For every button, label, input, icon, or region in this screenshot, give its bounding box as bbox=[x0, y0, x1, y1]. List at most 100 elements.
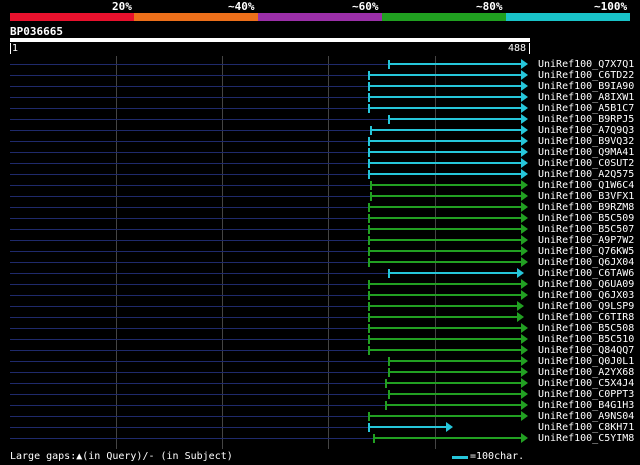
hit-label[interactable]: UniRef100_C6TD22 bbox=[538, 70, 634, 81]
hit-bar[interactable] bbox=[368, 85, 522, 87]
hit-bar[interactable] bbox=[388, 272, 518, 274]
hit-row[interactable]: UniRef100_Q6JX03 bbox=[0, 290, 640, 301]
hit-label[interactable]: UniRef100_B9VQ32 bbox=[538, 136, 634, 147]
hit-label[interactable]: UniRef100_C5X4J4 bbox=[538, 378, 634, 389]
hit-row[interactable]: UniRef100_A5B1C7 bbox=[0, 103, 640, 114]
hit-label[interactable]: UniRef100_Q0J0L1 bbox=[538, 356, 634, 367]
hit-row[interactable]: UniRef100_B9IA90 bbox=[0, 81, 640, 92]
hit-label[interactable]: UniRef100_B5C510 bbox=[538, 334, 634, 345]
hit-label[interactable]: UniRef100_Q6JX04 bbox=[538, 257, 634, 268]
hit-row[interactable]: UniRef100_Q1W6C4 bbox=[0, 180, 640, 191]
hit-row[interactable]: UniRef100_A9NS04 bbox=[0, 411, 640, 422]
hit-row[interactable]: UniRef100_Q76KW5 bbox=[0, 246, 640, 257]
hit-row[interactable]: UniRef100_A8IXW1 bbox=[0, 92, 640, 103]
hit-label[interactable]: UniRef100_B3VFX1 bbox=[538, 191, 634, 202]
hit-bar[interactable] bbox=[368, 96, 522, 98]
hit-row[interactable]: UniRef100_A9P7W2 bbox=[0, 235, 640, 246]
hit-label[interactable]: UniRef100_B5C509 bbox=[538, 213, 634, 224]
hit-label[interactable]: UniRef100_B9RZM8 bbox=[538, 202, 634, 213]
hit-bar[interactable] bbox=[368, 294, 522, 296]
hit-row[interactable]: UniRef100_Q7X7Q1 bbox=[0, 59, 640, 70]
hit-row[interactable]: UniRef100_B9VQ32 bbox=[0, 136, 640, 147]
hit-row[interactable]: UniRef100_Q9MA41 bbox=[0, 147, 640, 158]
hit-label[interactable]: UniRef100_C6TIR8 bbox=[538, 312, 634, 323]
hit-label[interactable]: UniRef100_A9P7W2 bbox=[538, 235, 634, 246]
hit-row[interactable]: UniRef100_C5X4J4 bbox=[0, 378, 640, 389]
hit-bar[interactable] bbox=[368, 228, 522, 230]
hit-bar[interactable] bbox=[368, 74, 522, 76]
hit-row[interactable]: UniRef100_Q84QQ7 bbox=[0, 345, 640, 356]
hit-row[interactable]: UniRef100_B5C507 bbox=[0, 224, 640, 235]
hit-row[interactable]: UniRef100_C6TD22 bbox=[0, 70, 640, 81]
hit-label[interactable]: UniRef100_A9NS04 bbox=[538, 411, 634, 422]
hit-label[interactable]: UniRef100_Q9MA41 bbox=[538, 147, 634, 158]
hit-bar[interactable] bbox=[385, 382, 522, 384]
hit-label[interactable]: UniRef100_A7Q9Q3 bbox=[538, 125, 634, 136]
hit-row[interactable]: UniRef100_A2Q575 bbox=[0, 169, 640, 180]
hit-bar[interactable] bbox=[368, 239, 522, 241]
hit-bar[interactable] bbox=[368, 151, 522, 153]
hit-label[interactable]: UniRef100_C6TAW6 bbox=[538, 268, 634, 279]
hit-row[interactable]: UniRef100_A2YX68 bbox=[0, 367, 640, 378]
hit-bar[interactable] bbox=[368, 250, 522, 252]
hit-label[interactable]: UniRef100_Q1W6C4 bbox=[538, 180, 634, 191]
hit-row[interactable]: UniRef100_B9RPJ5 bbox=[0, 114, 640, 125]
hit-row[interactable]: UniRef100_C5YIM8 bbox=[0, 433, 640, 444]
hit-label[interactable]: UniRef100_B5C507 bbox=[538, 224, 634, 235]
hit-row[interactable]: UniRef100_C0SUT2 bbox=[0, 158, 640, 169]
hit-row[interactable]: UniRef100_B9RZM8 bbox=[0, 202, 640, 213]
hit-row[interactable]: UniRef100_C8KH71 bbox=[0, 422, 640, 433]
hit-bar[interactable] bbox=[368, 173, 522, 175]
hit-label[interactable]: UniRef100_C0PPT3 bbox=[538, 389, 634, 400]
hit-bar[interactable] bbox=[368, 162, 522, 164]
hit-bar[interactable] bbox=[388, 360, 522, 362]
hit-bar[interactable] bbox=[368, 305, 518, 307]
hit-row[interactable]: UniRef100_B3VFX1 bbox=[0, 191, 640, 202]
hit-bar[interactable] bbox=[388, 118, 522, 120]
hit-bar[interactable] bbox=[388, 393, 522, 395]
hit-bar[interactable] bbox=[368, 349, 522, 351]
hit-row[interactable]: UniRef100_Q6JX04 bbox=[0, 257, 640, 268]
hit-bar[interactable] bbox=[368, 426, 447, 428]
hit-label[interactable]: UniRef100_A8IXW1 bbox=[538, 92, 634, 103]
hit-label[interactable]: UniRef100_Q76KW5 bbox=[538, 246, 634, 257]
hit-label[interactable]: UniRef100_C5YIM8 bbox=[538, 433, 634, 444]
hit-bar[interactable] bbox=[388, 371, 522, 373]
hit-label[interactable]: UniRef100_C0SUT2 bbox=[538, 158, 634, 169]
hit-label[interactable]: UniRef100_A2YX68 bbox=[538, 367, 634, 378]
hit-bar[interactable] bbox=[368, 217, 522, 219]
hit-row[interactable]: UniRef100_Q0J0L1 bbox=[0, 356, 640, 367]
hit-bar[interactable] bbox=[368, 140, 522, 142]
hit-row[interactable]: UniRef100_C6TIR8 bbox=[0, 312, 640, 323]
hit-label[interactable]: UniRef100_B4G1H3 bbox=[538, 400, 634, 411]
hit-bar[interactable] bbox=[388, 63, 522, 65]
hit-bar[interactable] bbox=[368, 338, 522, 340]
hit-label[interactable]: UniRef100_B5C508 bbox=[538, 323, 634, 334]
hit-bar[interactable] bbox=[368, 327, 522, 329]
hit-bar[interactable] bbox=[368, 206, 522, 208]
hit-bar[interactable] bbox=[368, 316, 518, 318]
hit-bar[interactable] bbox=[368, 283, 522, 285]
hit-label[interactable]: UniRef100_Q9LSP9 bbox=[538, 301, 634, 312]
hit-bar[interactable] bbox=[370, 184, 522, 186]
hit-bar[interactable] bbox=[373, 437, 522, 439]
hit-row[interactable]: UniRef100_Q9LSP9 bbox=[0, 301, 640, 312]
hit-row[interactable]: UniRef100_C0PPT3 bbox=[0, 389, 640, 400]
hit-bar[interactable] bbox=[370, 195, 522, 197]
hit-row[interactable]: UniRef100_A7Q9Q3 bbox=[0, 125, 640, 136]
hit-row[interactable]: UniRef100_C6TAW6 bbox=[0, 268, 640, 279]
hit-label[interactable]: UniRef100_Q6UA09 bbox=[538, 279, 634, 290]
hit-label[interactable]: UniRef100_C8KH71 bbox=[538, 422, 634, 433]
hit-label[interactable]: UniRef100_A5B1C7 bbox=[538, 103, 634, 114]
hit-row[interactable]: UniRef100_B5C508 bbox=[0, 323, 640, 334]
hit-bar[interactable] bbox=[368, 107, 522, 109]
hit-label[interactable]: UniRef100_Q84QQ7 bbox=[538, 345, 634, 356]
hit-label[interactable]: UniRef100_A2Q575 bbox=[538, 169, 634, 180]
hit-bar[interactable] bbox=[385, 404, 522, 406]
hit-label[interactable]: UniRef100_B9RPJ5 bbox=[538, 114, 634, 125]
hit-label[interactable]: UniRef100_Q7X7Q1 bbox=[538, 59, 634, 70]
hit-row[interactable]: UniRef100_B4G1H3 bbox=[0, 400, 640, 411]
hit-label[interactable]: UniRef100_Q6JX03 bbox=[538, 290, 634, 301]
hit-row[interactable]: UniRef100_Q6UA09 bbox=[0, 279, 640, 290]
hit-bar[interactable] bbox=[370, 129, 522, 131]
